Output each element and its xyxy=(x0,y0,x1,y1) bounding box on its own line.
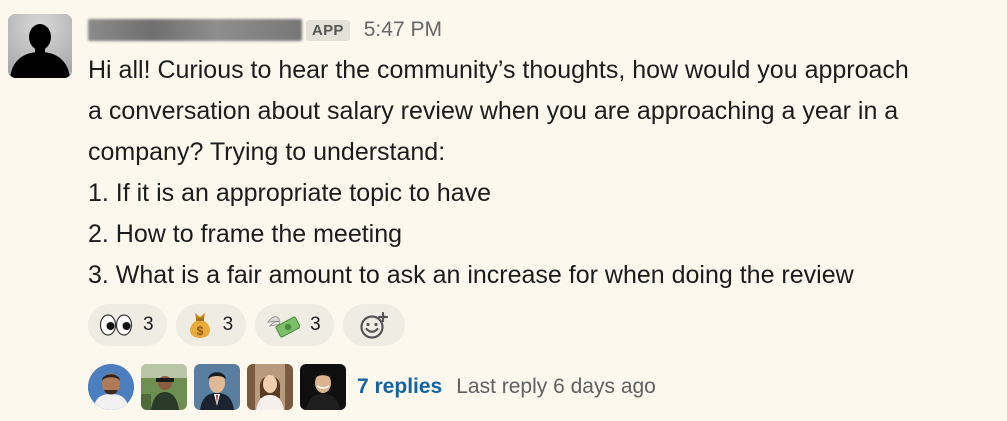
reaction-count: 3 xyxy=(222,314,234,335)
svg-text:$: $ xyxy=(196,324,203,338)
message-line: 3. What is a fair amount to ask an incre… xyxy=(88,261,854,289)
reaction-count: 3 xyxy=(310,314,321,335)
participant-avatar[interactable] xyxy=(141,364,187,410)
money-bag-emoji-icon: $ xyxy=(189,313,210,338)
last-reply-text: Last reply 6 days ago xyxy=(456,375,656,398)
message-line: 2. How to frame the meeting xyxy=(88,220,403,248)
message-line: a conversation about salary review when … xyxy=(88,97,899,125)
money-with-wings-emoji-icon xyxy=(267,316,301,338)
message-line: company? Trying to understand: xyxy=(88,138,446,166)
participant-avatar[interactable] xyxy=(247,364,293,410)
message-body: Hi all! Curious to hear the community’s … xyxy=(88,50,1003,296)
thread-summary[interactable]: 7 replies Last reply 6 days ago xyxy=(88,364,656,410)
thread-replies-link[interactable]: 7 replies xyxy=(357,375,442,399)
message-line: Hi all! Curious to hear the community’s … xyxy=(88,56,909,84)
participant-photo-icon xyxy=(88,364,134,410)
add-reaction-button[interactable] xyxy=(342,304,405,346)
reaction-money-with-wings[interactable]: 3 xyxy=(255,304,334,346)
participant-photo-icon xyxy=(300,364,346,410)
participant-avatar[interactable] xyxy=(88,364,134,410)
message-header: APP 5:47 PM xyxy=(88,14,442,46)
sender-avatar[interactable] xyxy=(8,14,72,78)
participant-photo-icon xyxy=(194,364,240,410)
message-line: 1. If it is an appropriate topic to have xyxy=(88,179,492,207)
redacted-sender-name[interactable] xyxy=(88,19,302,41)
participant-avatar[interactable] xyxy=(300,364,346,410)
reaction-eyes[interactable]: 3 xyxy=(88,304,167,346)
app-badge: APP xyxy=(306,19,350,41)
participant-avatar[interactable] xyxy=(194,364,240,410)
eyes-emoji-icon xyxy=(99,314,133,336)
participant-photo-icon xyxy=(141,364,187,410)
person-silhouette-icon xyxy=(8,14,72,78)
reaction-bar: 3 $ 3 3 xyxy=(88,304,405,346)
add-emoji-icon xyxy=(360,311,388,339)
participant-photo-icon xyxy=(247,364,293,410)
reaction-money-bag[interactable]: $ 3 xyxy=(175,304,247,346)
reaction-count: 3 xyxy=(143,314,154,335)
message-timestamp[interactable]: 5:47 PM xyxy=(364,18,442,42)
